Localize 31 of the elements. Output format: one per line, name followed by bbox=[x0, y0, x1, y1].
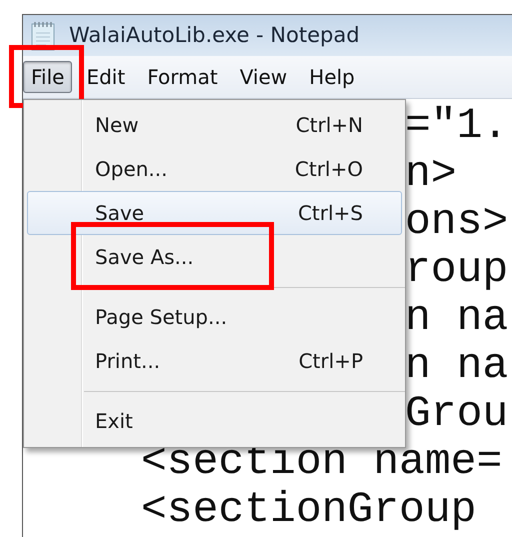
dropdown-item[interactable]: Save As... bbox=[27, 235, 402, 279]
menu-item[interactable]: Format bbox=[139, 61, 226, 93]
item-label: New bbox=[95, 112, 140, 139]
menu-item[interactable]: Edit bbox=[78, 61, 134, 93]
dropdown-item[interactable]: New Ctrl+N bbox=[27, 103, 402, 147]
code-line: roup bbox=[405, 246, 508, 294]
code-line: Grou bbox=[405, 390, 508, 438]
item-label: Open... bbox=[95, 156, 168, 183]
code-line: n> bbox=[405, 150, 457, 198]
item-label: Exit bbox=[95, 408, 134, 435]
dropdown-item[interactable]: Page Setup... bbox=[27, 295, 402, 339]
shortcut-label: Ctrl+P bbox=[298, 348, 363, 375]
code-line: n na bbox=[405, 294, 508, 342]
item-label: Save bbox=[95, 200, 146, 227]
item-label: Print... bbox=[95, 348, 162, 375]
window-title: WalaiAutoLib.exe - Notepad bbox=[69, 22, 360, 49]
code-line: ons> bbox=[405, 198, 508, 246]
menu-item[interactable]: Help bbox=[301, 61, 363, 93]
menu-item[interactable]: View bbox=[232, 61, 296, 93]
dropdown-item[interactable]: Save Ctrl+S bbox=[27, 191, 402, 235]
code-line: <sectionGroup bbox=[141, 486, 476, 534]
code-line: n na bbox=[405, 342, 508, 390]
dropdown-item[interactable]: Open... Ctrl+O bbox=[27, 147, 402, 191]
menu-item[interactable]: File bbox=[23, 61, 72, 93]
item-label: Save As... bbox=[95, 244, 195, 271]
shortcut-label: Ctrl+O bbox=[294, 156, 363, 183]
shortcut-label: Ctrl+S bbox=[298, 200, 363, 227]
code-line: ="1. bbox=[405, 102, 508, 150]
dropdown-item[interactable]: Print... Ctrl+P bbox=[27, 339, 402, 383]
item-label: Page Setup... bbox=[95, 304, 228, 331]
shortcut-label: Ctrl+N bbox=[296, 112, 363, 139]
